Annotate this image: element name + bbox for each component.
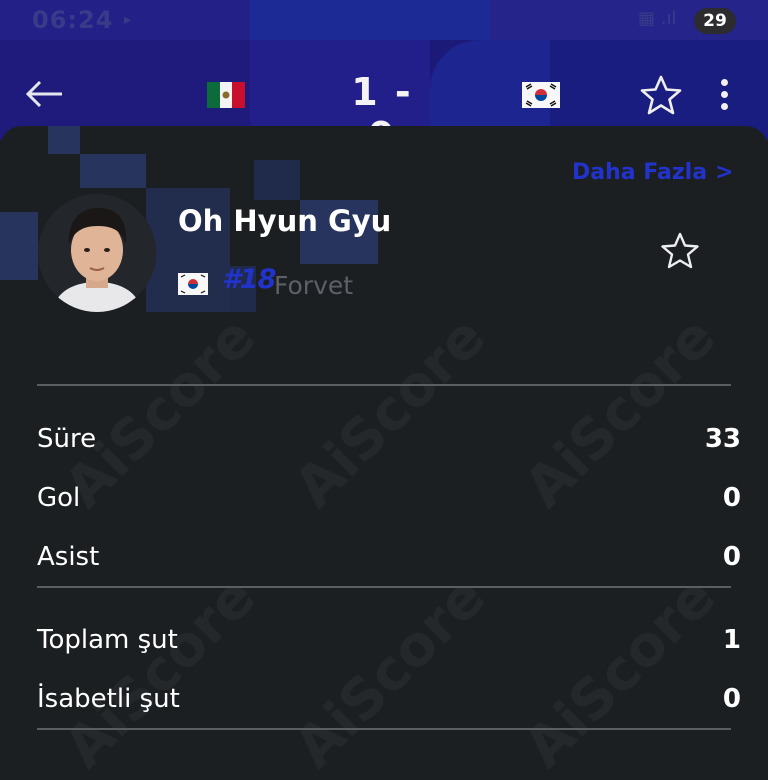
stat-label: Toplam şut: [37, 625, 178, 655]
south-korea-flag-icon: [522, 82, 560, 108]
stat-value: 0: [722, 684, 741, 714]
player-name: Oh Hyun Gyu: [178, 204, 392, 238]
stat-label: Süre: [37, 424, 97, 454]
signal-icon: ▦ .ıl: [638, 8, 677, 29]
decorative-block: [254, 160, 300, 200]
stat-label: Gol: [37, 483, 81, 513]
south-korea-flag-icon: [178, 273, 208, 295]
shirt-number: #18: [222, 264, 276, 295]
decorative-block: [48, 126, 80, 154]
stat-value: 1: [722, 625, 741, 655]
decorative-block: [0, 212, 38, 280]
back-arrow-icon: [25, 80, 62, 108]
stat-row: Gol 0: [37, 483, 741, 523]
status-time: 06:24: [32, 6, 114, 34]
more-link-label: Daha Fazla: [572, 160, 708, 185]
player-avatar: [38, 194, 156, 312]
star-icon: [661, 232, 699, 269]
star-icon: [640, 75, 682, 115]
mexico-flag-icon: [207, 82, 245, 108]
stat-label: Asist: [37, 542, 100, 572]
favorite-match-button[interactable]: [639, 74, 683, 116]
stat-row: Toplam şut 1: [37, 625, 741, 665]
stat-value: 0: [722, 483, 741, 513]
stat-row: Süre 33: [37, 424, 741, 464]
dot-icon: [720, 79, 728, 86]
back-button[interactable]: [22, 74, 66, 114]
stat-value: 33: [704, 424, 741, 454]
chevron-right-icon: >: [715, 160, 734, 185]
dot-icon: [720, 91, 728, 98]
player-photo: [38, 194, 156, 312]
play-indicator-icon: ▸: [124, 12, 132, 28]
status-bar: 06:24 ▸ ▦ .ıl 29: [0, 0, 768, 46]
more-options-button[interactable]: [712, 74, 736, 118]
divider: [37, 384, 731, 386]
stat-label: İsabetli şut: [37, 684, 180, 714]
stat-row: Asist 0: [37, 542, 741, 582]
player-position: Forvet: [274, 271, 354, 300]
decorative-block: [80, 154, 146, 188]
stat-row: İsabetli şut 0: [37, 684, 741, 724]
favorite-player-button[interactable]: [658, 230, 702, 272]
more-details-link[interactable]: Daha Fazla >: [572, 160, 734, 185]
battery-indicator: 29: [694, 8, 736, 34]
dot-icon: [720, 103, 728, 110]
divider: [37, 728, 731, 730]
divider: [37, 586, 731, 588]
stat-value: 0: [722, 542, 741, 572]
